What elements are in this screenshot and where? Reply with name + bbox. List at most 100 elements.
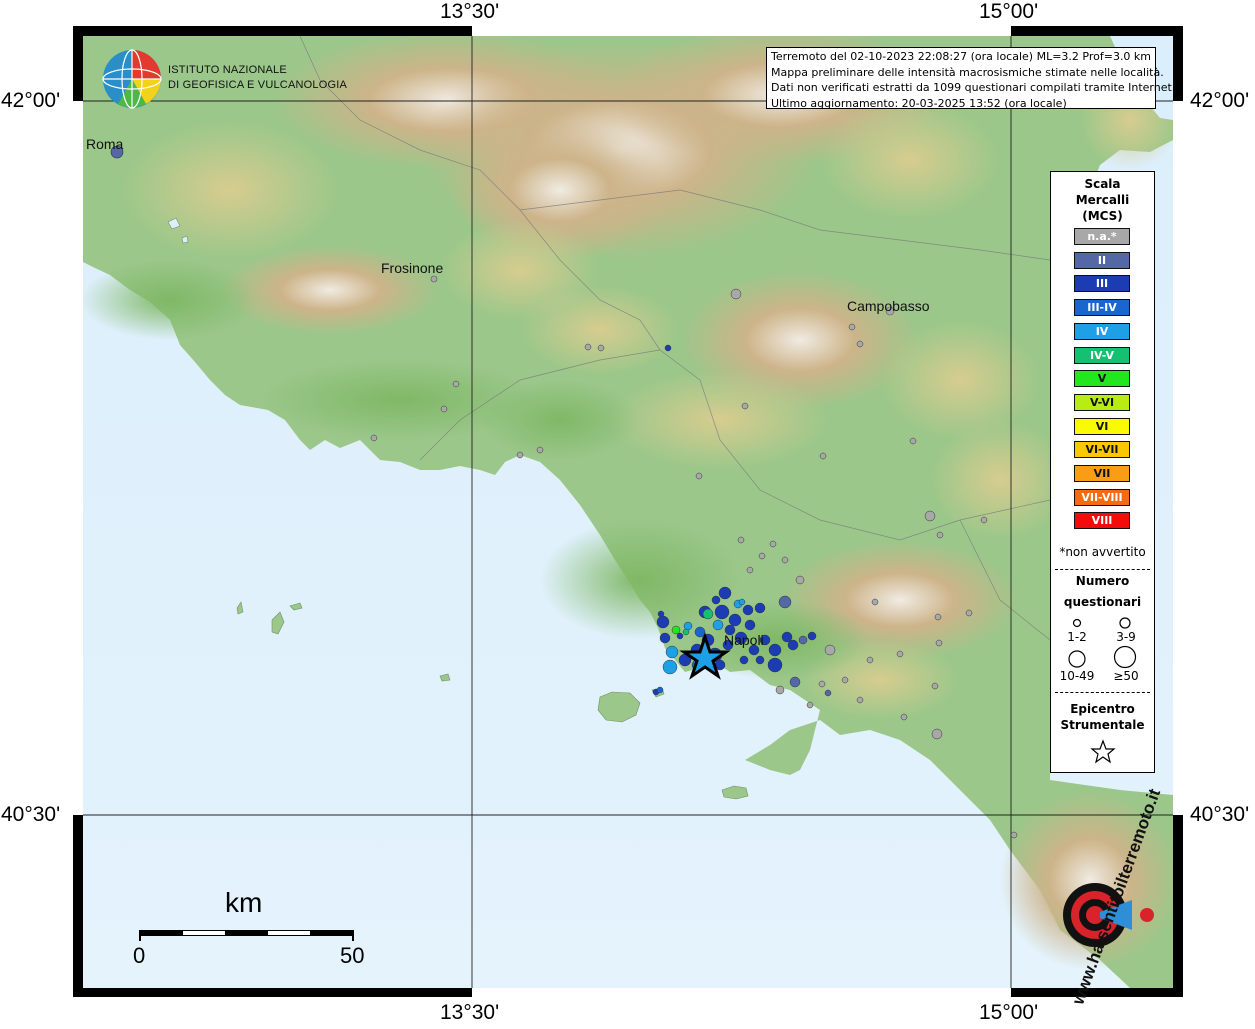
lat-label-right-1: 42°00' bbox=[1190, 89, 1250, 112]
intensity-point bbox=[778, 595, 792, 609]
legend-swatch: V bbox=[1074, 370, 1130, 388]
legend-divider-1 bbox=[1055, 569, 1150, 570]
scale-end: 50 bbox=[340, 943, 365, 968]
info-line-2: Mappa preliminare delle intensità macros… bbox=[771, 65, 1164, 79]
lat-label-right-2: 40°30' bbox=[1190, 803, 1250, 826]
legend-count-title-2: questionari bbox=[1063, 595, 1142, 609]
intensity-point bbox=[798, 635, 808, 645]
intensity-point bbox=[900, 713, 908, 721]
intensity-point bbox=[744, 619, 756, 631]
scale-start: 0 bbox=[133, 943, 146, 968]
info-line-4: Ultimo aggiornamento: 20-03-2025 13:52 (… bbox=[771, 96, 1067, 110]
legend-swatch: II bbox=[1074, 251, 1130, 269]
scale-unit: km bbox=[225, 887, 263, 918]
intensity-point bbox=[856, 696, 864, 704]
legend-swatch: IV-V bbox=[1074, 346, 1130, 364]
intensity-point bbox=[795, 575, 805, 585]
legend-swatch: III bbox=[1074, 275, 1130, 293]
city-label-roma: Roma bbox=[86, 136, 124, 152]
intensity-point bbox=[806, 701, 814, 709]
intensity-point bbox=[841, 676, 849, 684]
intensity-point bbox=[819, 452, 827, 460]
info-line-3: Dati non verificati estratti da 1099 que… bbox=[771, 81, 1176, 94]
intensity-point bbox=[769, 540, 777, 548]
intensity-point bbox=[739, 655, 749, 665]
intensity-point bbox=[597, 344, 605, 352]
intensity-point bbox=[848, 323, 856, 331]
legend-count-title-1: Numero bbox=[1075, 574, 1130, 588]
intensity-point bbox=[818, 680, 826, 688]
intensity-point bbox=[781, 556, 789, 564]
legend-swatch: n.a.* bbox=[1074, 228, 1130, 245]
legend-title-2: Mercalli bbox=[1075, 193, 1130, 207]
intensity-point bbox=[662, 659, 678, 675]
ingv-logo-line1: ISTITUTO NAZIONALE bbox=[168, 64, 287, 76]
ingv-logo-icon bbox=[102, 49, 162, 109]
map-figure: 13°30' 15°00' 13°30' 15°00' 42°00' 40°30… bbox=[0, 0, 1255, 1024]
legend-title-3: (MCS) bbox=[1082, 209, 1123, 223]
lat-label-left-1: 42°00' bbox=[1, 89, 61, 112]
lat-label-left-2: 40°30' bbox=[1, 803, 61, 826]
intensity-point bbox=[768, 643, 782, 657]
legend-star-icon bbox=[1090, 739, 1116, 764]
intensity-point bbox=[516, 451, 524, 459]
frosinone-marker bbox=[430, 275, 438, 283]
legend-title-1: Scala bbox=[1084, 177, 1121, 191]
intensity-point bbox=[824, 644, 836, 656]
lon-label-bottom-2: 15°00' bbox=[979, 1001, 1039, 1024]
intensity-point bbox=[656, 686, 664, 694]
intensity-point bbox=[738, 598, 746, 606]
legend-swatch: VII bbox=[1074, 465, 1130, 482]
intensity-point bbox=[440, 405, 448, 413]
intensity-point bbox=[931, 728, 943, 740]
intensity-point bbox=[728, 613, 742, 627]
intensity-point bbox=[730, 288, 742, 300]
info-line-1: Terremoto del 02-10-2023 22:08:27 (ora l… bbox=[771, 50, 1152, 63]
intensity-point bbox=[767, 657, 783, 673]
intensity-point bbox=[866, 656, 874, 664]
intensity-point bbox=[676, 632, 684, 640]
ingv-logo-text: ISTITUTO NAZIONALE DI GEOFISICA E VULCAN… bbox=[168, 65, 347, 91]
intensity-point bbox=[656, 615, 670, 629]
city-label-campobasso: Campobasso bbox=[847, 298, 930, 314]
intensity-point bbox=[665, 645, 679, 659]
intensity-point bbox=[664, 344, 672, 352]
intensity-point bbox=[896, 650, 904, 658]
intensity-point bbox=[370, 434, 378, 442]
intensity-point bbox=[737, 536, 745, 544]
intensity-point bbox=[807, 631, 817, 641]
intensity-point bbox=[856, 340, 864, 348]
legend-count-2: 3-9 bbox=[1116, 630, 1136, 644]
intensity-point bbox=[671, 625, 681, 635]
intensity-point bbox=[789, 676, 801, 688]
intensity-point bbox=[980, 516, 988, 524]
intensity-point bbox=[718, 586, 732, 600]
intensity-point bbox=[714, 604, 730, 620]
lon-label-top-1: 13°30' bbox=[440, 0, 500, 23]
legend-count-4: ≥50 bbox=[1113, 669, 1139, 683]
intensity-point bbox=[787, 639, 799, 651]
intensity-point bbox=[711, 595, 721, 605]
legend-swatch: VIII bbox=[1074, 512, 1130, 530]
intensity-point bbox=[754, 602, 766, 614]
intensity-point bbox=[742, 604, 754, 616]
intensity-point bbox=[965, 609, 973, 617]
intensity-point bbox=[584, 343, 592, 351]
intensity-point bbox=[695, 472, 703, 480]
legend-divider-2 bbox=[1055, 692, 1150, 693]
intensity-point bbox=[694, 626, 706, 638]
intensity-point bbox=[936, 531, 944, 539]
legend-swatch: V-VI bbox=[1074, 393, 1130, 411]
city-label-napoli: Napoli bbox=[724, 632, 764, 648]
intensity-point bbox=[452, 380, 460, 388]
intensity-point bbox=[682, 628, 690, 636]
intensity-point bbox=[755, 655, 765, 665]
lon-label-bottom-1: 13°30' bbox=[440, 1001, 500, 1024]
legend-swatch: IV bbox=[1074, 322, 1130, 340]
intensity-point bbox=[1010, 831, 1018, 839]
legend-epi-title-1: Epicentro bbox=[1070, 702, 1135, 716]
legend-note: *non avvertito bbox=[1059, 545, 1146, 559]
intensity-point bbox=[702, 608, 714, 620]
legend-swatch: VI bbox=[1074, 417, 1130, 435]
intensity-point bbox=[746, 566, 754, 574]
